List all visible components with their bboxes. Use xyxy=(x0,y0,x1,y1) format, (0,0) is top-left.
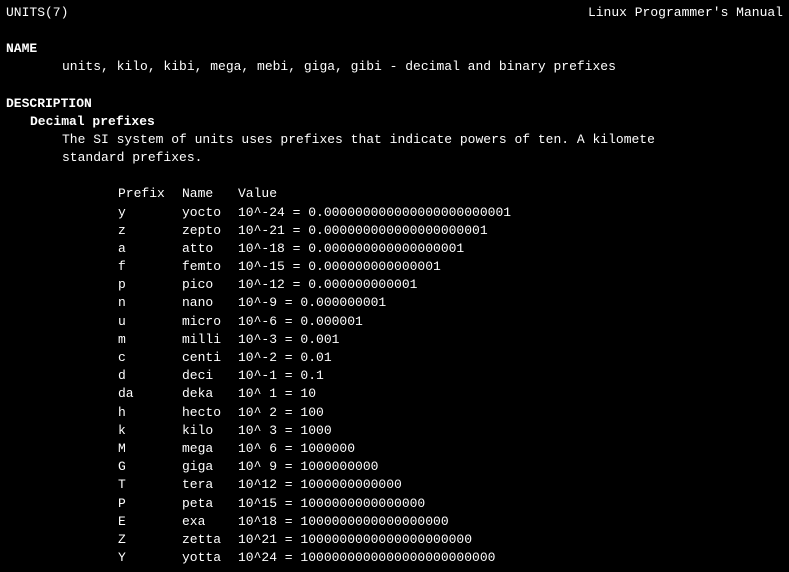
cell-value: 10^ 3 = 1000 xyxy=(238,422,783,440)
cell-name: micro xyxy=(182,313,238,331)
table-row: Ppeta10^15 = 1000000000000000 xyxy=(118,495,783,513)
table-header-row: Prefix Name Value xyxy=(118,185,783,203)
table-row: mmilli10^-3 = 0.001 xyxy=(118,331,783,349)
cell-name: centi xyxy=(182,349,238,367)
cell-prefix: a xyxy=(118,240,182,258)
cell-value: 10^12 = 1000000000000 xyxy=(238,476,783,494)
cell-name: mega xyxy=(182,440,238,458)
cell-prefix: u xyxy=(118,313,182,331)
prefix-table: Prefix Name Value yyocto10^-24 = 0.00000… xyxy=(118,185,783,567)
cell-value: 10^-15 = 0.000000000000001 xyxy=(238,258,783,276)
cell-value: 10^ 9 = 1000000000 xyxy=(238,458,783,476)
cell-name: pico xyxy=(182,276,238,294)
cell-value: 10^ 2 = 100 xyxy=(238,404,783,422)
table-row: hhecto10^ 2 = 100 xyxy=(118,404,783,422)
cell-value: 10^21 = 1000000000000000000000 xyxy=(238,531,783,549)
table-row: kkilo10^ 3 = 1000 xyxy=(118,422,783,440)
table-row: Zzetta10^21 = 1000000000000000000000 xyxy=(118,531,783,549)
cell-value: 10^-6 = 0.000001 xyxy=(238,313,783,331)
cell-value: 10^-3 = 0.001 xyxy=(238,331,783,349)
cell-prefix: Y xyxy=(118,549,182,567)
cell-name: kilo xyxy=(182,422,238,440)
table-row: ppico10^-12 = 0.000000000001 xyxy=(118,276,783,294)
table-row: Yyotta10^24 = 1000000000000000000000000 xyxy=(118,549,783,567)
cell-prefix: Z xyxy=(118,531,182,549)
description-paragraph-line2: standard prefixes. xyxy=(62,149,783,167)
cell-prefix: M xyxy=(118,440,182,458)
cell-prefix: y xyxy=(118,204,182,222)
cell-name: exa xyxy=(182,513,238,531)
cell-name: femto xyxy=(182,258,238,276)
header-name: Name xyxy=(182,185,238,203)
cell-prefix: h xyxy=(118,404,182,422)
header-prefix: Prefix xyxy=(118,185,182,203)
cell-prefix: E xyxy=(118,513,182,531)
cell-value: 10^-1 = 0.1 xyxy=(238,367,783,385)
cell-name: peta xyxy=(182,495,238,513)
cell-name: nano xyxy=(182,294,238,312)
cell-prefix: d xyxy=(118,367,182,385)
table-row: Ttera10^12 = 1000000000000 xyxy=(118,476,783,494)
cell-value: 10^ 1 = 10 xyxy=(238,385,783,403)
section-description-heading: DESCRIPTION xyxy=(6,95,783,113)
cell-name: zetta xyxy=(182,531,238,549)
cell-prefix: m xyxy=(118,331,182,349)
cell-prefix: z xyxy=(118,222,182,240)
table-row: Eexa10^18 = 1000000000000000000 xyxy=(118,513,783,531)
cell-name: yocto xyxy=(182,204,238,222)
cell-value: 10^-12 = 0.000000000001 xyxy=(238,276,783,294)
cell-prefix: P xyxy=(118,495,182,513)
cell-prefix: da xyxy=(118,385,182,403)
cell-name: tera xyxy=(182,476,238,494)
header-value: Value xyxy=(238,185,783,203)
man-page-header: UNITS(7) Linux Programmer's Manual xyxy=(6,4,783,22)
cell-name: atto xyxy=(182,240,238,258)
cell-name: zepto xyxy=(182,222,238,240)
table-row: dadeka10^ 1 = 10 xyxy=(118,385,783,403)
cell-prefix: T xyxy=(118,476,182,494)
cell-value: 10^-9 = 0.000000001 xyxy=(238,294,783,312)
cell-value: 10^-24 = 0.000000000000000000000001 xyxy=(238,204,783,222)
page-title-left: UNITS(7) xyxy=(6,4,68,22)
cell-name: hecto xyxy=(182,404,238,422)
table-row: ddeci10^-1 = 0.1 xyxy=(118,367,783,385)
cell-value: 10^24 = 1000000000000000000000000 xyxy=(238,549,783,567)
cell-prefix: c xyxy=(118,349,182,367)
cell-value: 10^-21 = 0.000000000000000000001 xyxy=(238,222,783,240)
table-row: umicro10^-6 = 0.000001 xyxy=(118,313,783,331)
cell-name: giga xyxy=(182,458,238,476)
cell-value: 10^18 = 1000000000000000000 xyxy=(238,513,783,531)
cell-prefix: G xyxy=(118,458,182,476)
cell-name: deci xyxy=(182,367,238,385)
table-row: aatto10^-18 = 0.000000000000000001 xyxy=(118,240,783,258)
table-body: yyocto10^-24 = 0.00000000000000000000000… xyxy=(118,204,783,568)
name-content: units, kilo, kibi, mega, mebi, giga, gib… xyxy=(62,58,783,76)
table-row: zzepto10^-21 = 0.000000000000000000001 xyxy=(118,222,783,240)
table-row: ccenti10^-2 = 0.01 xyxy=(118,349,783,367)
description-paragraph-line1: The SI system of units uses prefixes tha… xyxy=(62,131,783,149)
cell-name: yotta xyxy=(182,549,238,567)
cell-value: 10^15 = 1000000000000000 xyxy=(238,495,783,513)
cell-name: milli xyxy=(182,331,238,349)
cell-value: 10^-2 = 0.01 xyxy=(238,349,783,367)
cell-prefix: k xyxy=(118,422,182,440)
cell-value: 10^-18 = 0.000000000000000001 xyxy=(238,240,783,258)
cell-name: deka xyxy=(182,385,238,403)
section-name-heading: NAME xyxy=(6,40,783,58)
cell-prefix: p xyxy=(118,276,182,294)
subsection-decimal-prefixes: Decimal prefixes xyxy=(30,113,783,131)
page-title-right: Linux Programmer's Manual xyxy=(588,4,783,22)
table-row: nnano10^-9 = 0.000000001 xyxy=(118,294,783,312)
table-row: ffemto10^-15 = 0.000000000000001 xyxy=(118,258,783,276)
cell-value: 10^ 6 = 1000000 xyxy=(238,440,783,458)
cell-prefix: f xyxy=(118,258,182,276)
table-row: Mmega10^ 6 = 1000000 xyxy=(118,440,783,458)
table-row: yyocto10^-24 = 0.00000000000000000000000… xyxy=(118,204,783,222)
table-row: Ggiga10^ 9 = 1000000000 xyxy=(118,458,783,476)
cell-prefix: n xyxy=(118,294,182,312)
